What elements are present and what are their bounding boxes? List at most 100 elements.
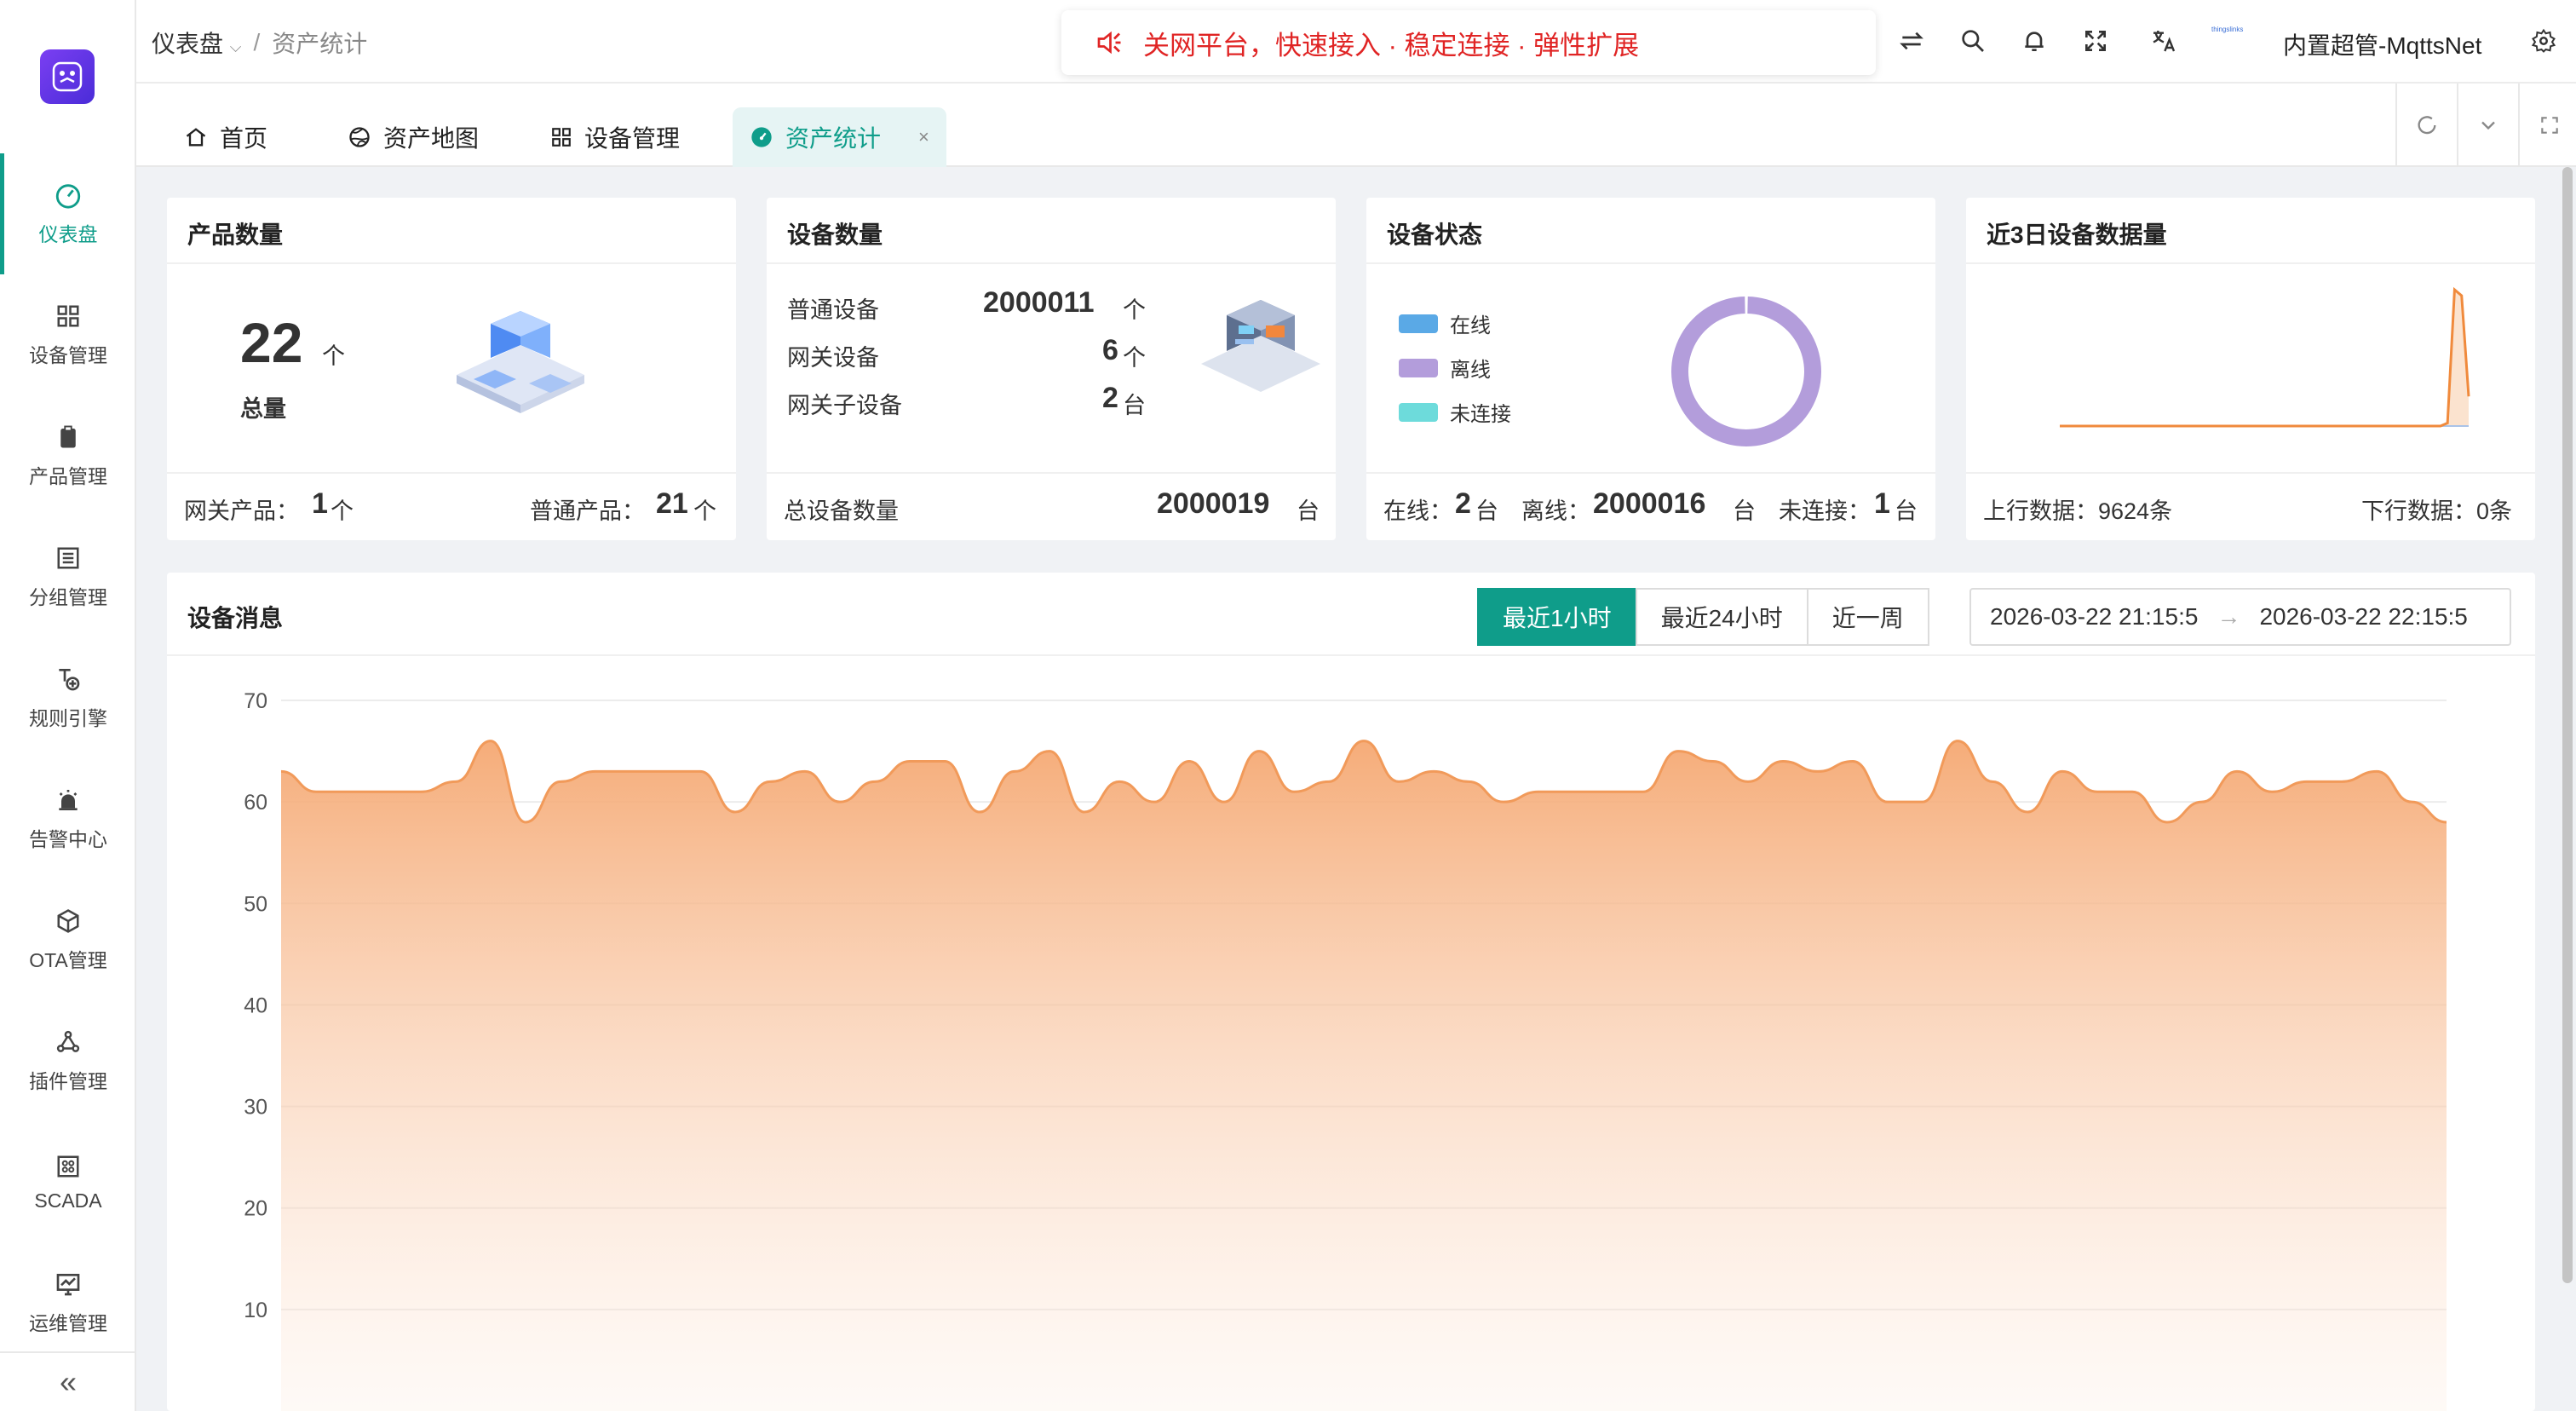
online-value: 2 — [1455, 487, 1471, 520]
sidebar-item-label: 仪表盘 — [38, 223, 98, 245]
fullscreen-icon[interactable] — [2079, 24, 2113, 58]
sidebar-item-label: 规则引擎 — [29, 707, 107, 729]
offline-unit: 台 — [1733, 498, 1756, 524]
product-count-card: 产品数量 22 个 总量 网关产品： 1 个 普通产品： 21 个 — [167, 198, 736, 540]
sidebar-item-6[interactable]: OTA管理 — [0, 879, 136, 1000]
offline-label: 离线： — [1521, 498, 1590, 524]
breadcrumb: 仪表盘 ⌵ / 资产统计 — [152, 26, 367, 60]
tab-2[interactable]: 设备管理 — [533, 107, 697, 167]
legend-unconnected[interactable]: 未连接 — [1399, 397, 1511, 427]
total-devices-label: 总设备数量 — [784, 498, 899, 524]
maximize-icon[interactable] — [2518, 84, 2576, 167]
gauge-icon — [750, 125, 773, 149]
range-24h-button[interactable]: 最近24小时 — [1635, 588, 1808, 646]
product-illustration-icon — [448, 298, 593, 422]
sidebar-item-9[interactable]: 运维管理 — [0, 1242, 136, 1363]
donut-slice-1 — [1671, 297, 1821, 446]
avatar[interactable]: thingslinks — [2211, 26, 2249, 43]
y-tick-label: 10 — [244, 1299, 267, 1322]
device-row-value: 6 — [1102, 334, 1118, 366]
bell-icon[interactable] — [2017, 24, 2051, 58]
offline-value: 2000016 — [1593, 487, 1706, 520]
breadcrumb-current: 资产统计 — [272, 31, 368, 57]
y-tick-label: 50 — [244, 892, 267, 916]
device-row-value: 2000011 — [983, 286, 1095, 319]
search-icon[interactable] — [1956, 24, 1990, 58]
sidebar-item-7[interactable]: 插件管理 — [0, 1000, 136, 1121]
sidebar-item-5[interactable]: 告警中心 — [0, 758, 136, 879]
total-devices-unit: 台 — [1297, 498, 1320, 524]
speaker-icon — [1094, 27, 1124, 58]
home-icon — [184, 125, 208, 149]
grid-icon — [550, 126, 572, 148]
date-range-picker[interactable]: 2026-03-22 21:15:5 → 2026-03-22 22:15:5 — [1969, 588, 2511, 646]
device-row-value: 2 — [1102, 382, 1118, 414]
product-total: 22 — [240, 311, 303, 374]
tab-3[interactable]: 资产统计 × — [733, 107, 946, 167]
sidebar-item-label: 产品管理 — [29, 465, 107, 487]
card-title: 设备状态 — [1387, 222, 1483, 248]
downstream-data-label: 下行数据：0条 — [2361, 498, 2513, 524]
logo-icon[interactable] — [40, 49, 95, 104]
collapse-sidebar-button[interactable]: « — [0, 1351, 136, 1411]
product-total-unit: 个 — [322, 343, 345, 369]
y-tick-label: 20 — [244, 1197, 267, 1221]
y-tick-label: 60 — [244, 791, 267, 815]
tab-1[interactable]: 资产地图 — [331, 107, 496, 167]
notice-banner: 关网平台，快速接入 · 稳定连接 · 弹性扩展 — [1061, 10, 1876, 75]
device-row-unit: 个 — [1123, 297, 1146, 323]
card-title: 设备数量 — [787, 222, 883, 248]
sidebar-item-label: 告警中心 — [29, 828, 107, 850]
device-row-unit: 台 — [1123, 393, 1146, 418]
breadcrumb-separator: / — [253, 29, 261, 55]
gear-icon[interactable] — [2527, 24, 2561, 58]
page-scrollbar[interactable] — [2562, 167, 2573, 1283]
unconnected-value: 1 — [1874, 487, 1890, 520]
normal-product-label: 普通产品： — [530, 498, 645, 524]
sidebar-item-4[interactable]: 规则引擎 — [0, 637, 136, 758]
map-icon — [348, 125, 371, 149]
sidebar: 仪表盘设备管理产品管理分组管理规则引擎告警中心 OTA管理 插件管理 SCADA 运维管… — [0, 0, 136, 1411]
alarm-icon — [54, 786, 83, 815]
sparkline-area — [2060, 290, 2469, 426]
range-week-button[interactable]: 近一周 — [1806, 588, 1929, 646]
messages-area-chart: 10 20 30 40 50 60 70 — [244, 689, 2447, 1411]
swap-icon[interactable] — [1895, 24, 1929, 58]
sidebar-item-1[interactable]: 设备管理 — [0, 274, 136, 395]
legend-swatch — [1399, 314, 1438, 333]
close-icon[interactable]: × — [918, 126, 929, 148]
refresh-icon[interactable] — [2395, 84, 2457, 167]
sidebar-item-3[interactable]: 分组管理 — [0, 516, 136, 637]
translate-icon[interactable] — [2147, 24, 2181, 58]
device-row-unit: 个 — [1123, 345, 1146, 371]
tab-0[interactable]: 首页 — [167, 107, 285, 167]
sidebar-item-label: SCADA — [34, 1189, 102, 1212]
grid-icon — [54, 302, 83, 331]
y-tick-label: 40 — [244, 993, 267, 1017]
device-count-card: 设备数量 普通设备 2000011 个 网关设备 6 个 网关子设备 2 台 总… — [767, 198, 1336, 540]
device-messages-panel: 设备消息 最近1小时 最近24小时 近一周 2026-03-22 21:15:5… — [167, 573, 2535, 1411]
legend-offline[interactable]: 离线 — [1399, 353, 1491, 383]
sidebar-item-8[interactable]: SCADA — [0, 1121, 136, 1242]
username[interactable]: 内置超管-MqttsNet — [2283, 27, 2481, 61]
rule-icon — [54, 665, 83, 694]
breadcrumb-root[interactable]: 仪表盘 ⌵ — [152, 26, 241, 60]
sidebar-item-2[interactable]: 产品管理 — [0, 395, 136, 516]
y-tick-label: 30 — [244, 1096, 267, 1120]
range-1h-button[interactable]: 最近1小时 — [1477, 588, 1637, 646]
box-icon — [54, 907, 83, 936]
date-start[interactable]: 2026-03-22 21:15:5 — [1990, 603, 2198, 631]
plugin-icon — [54, 1028, 83, 1057]
status-donut-chart — [1671, 297, 1821, 446]
sidebar-item-label: 分组管理 — [29, 586, 107, 608]
tab-label: 设备管理 — [584, 125, 681, 152]
chevron-down-icon[interactable] — [2457, 84, 2518, 167]
sidebar-item-0[interactable]: 仪表盘 — [0, 153, 136, 274]
device-row-label: 普通设备 — [787, 297, 879, 323]
tab-label: 资产地图 — [383, 125, 480, 152]
card-title: 产品数量 — [187, 222, 284, 248]
legend-online[interactable]: 在线 — [1399, 308, 1491, 338]
clipboard-icon — [54, 423, 83, 452]
date-end[interactable]: 2026-03-22 22:15:5 — [2259, 603, 2467, 631]
tab-label: 资产统计 — [785, 125, 882, 152]
